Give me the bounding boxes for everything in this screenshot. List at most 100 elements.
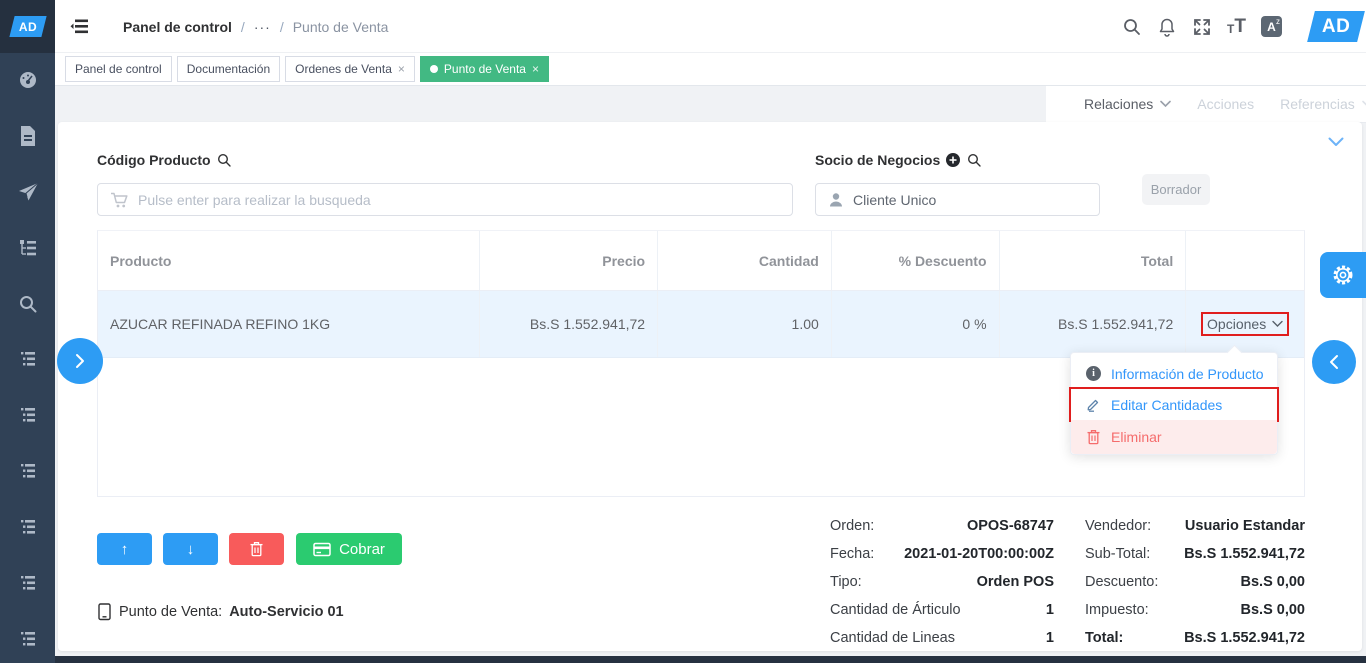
pencil-icon [1087, 399, 1099, 412]
col-header-precio: Precio [480, 231, 659, 290]
app-logo-large: AD [1307, 11, 1365, 42]
sidebar-item-send[interactable] [0, 172, 55, 212]
sidebar-item-search[interactable] [0, 284, 55, 324]
window-icon [20, 464, 35, 478]
tags-view-bar: Panel de control Documentación Ordenes d… [55, 53, 1366, 86]
summary-row-fecha: Fecha: 2021-01-20T00:00:00Z [830, 546, 1054, 562]
move-line-up-button[interactable]: ↑ [97, 533, 152, 565]
gear-icon [1333, 265, 1353, 285]
breadcrumb: Panel de control / ··· / Punto de Venta [123, 0, 388, 53]
chevron-down-icon [1361, 100, 1366, 106]
cell-descuento: 0 % [832, 291, 1000, 357]
col-header-producto: Producto [98, 231, 481, 290]
window-icon [20, 352, 35, 366]
settings-button[interactable] [1320, 252, 1366, 298]
fullscreen-icon[interactable] [1192, 17, 1212, 37]
product-search-input[interactable] [138, 191, 780, 208]
sidebar-item-window-6[interactable] [0, 619, 55, 659]
col-header-options [1186, 231, 1304, 290]
pos-terminal-value: Auto-Servicio 01 [229, 604, 344, 620]
col-header-cantidad: Cantidad [658, 231, 832, 290]
chevron-right-icon [76, 354, 84, 368]
tab-documentacion[interactable]: Documentación [176, 56, 281, 82]
sidebar-item-window-5[interactable] [0, 563, 55, 603]
summary-row-total: Total: Bs.S 1.552.941,72 [1085, 630, 1305, 646]
delete-line-button[interactable] [229, 533, 284, 565]
user-icon [830, 193, 842, 207]
ad-logo-icon: AD [8, 16, 47, 37]
app-logo-small[interactable]: AD [0, 0, 55, 53]
menu-item-informacion-producto[interactable]: i Información de Producto [1071, 358, 1277, 389]
window-icon [20, 520, 35, 534]
tab-ordenes-de-venta[interactable]: Ordenes de Venta × [285, 56, 415, 82]
options-dropdown-menu: i Información de Producto Editar Cantida… [1069, 344, 1279, 455]
table-row[interactable]: AZUCAR REFINADA REFINO 1KG Bs.S 1.552.94… [98, 291, 1304, 358]
trash-icon [1087, 430, 1100, 445]
chevron-down-icon [1272, 320, 1283, 327]
close-tab-icon[interactable]: × [532, 62, 539, 76]
trash-icon [250, 542, 263, 557]
zoom-search-icon[interactable] [216, 152, 232, 168]
notifications-bell-icon[interactable] [1157, 17, 1177, 37]
close-tab-icon[interactable]: × [398, 62, 405, 76]
expand-left-panel-button[interactable] [57, 338, 103, 384]
language-icon[interactable]: A z [1261, 16, 1282, 37]
menu-relaciones[interactable]: Relaciones [1084, 96, 1172, 112]
sidebar-item-window-4[interactable] [0, 507, 55, 547]
product-search-field[interactable] [97, 183, 793, 216]
paper-plane-icon [18, 182, 38, 201]
tab-punto-de-venta[interactable]: Punto de Venta × [419, 56, 549, 82]
tab-panel-de-control[interactable]: Panel de control [65, 56, 172, 82]
chevron-left-icon [1330, 355, 1338, 369]
sidebar-item-window-2[interactable] [0, 395, 55, 435]
menu-item-eliminar[interactable]: Eliminar [1071, 420, 1277, 454]
business-partner-field[interactable] [815, 183, 1100, 216]
summary-row-vendedor: Vendedor: Usuario Estandar [1085, 518, 1305, 534]
breadcrumb-ellipsis[interactable]: ··· [254, 19, 271, 35]
sidebar-item-window-1[interactable] [0, 339, 55, 379]
summary-row-subtotal: Sub-Total: Bs.S 1.552.941,72 [1085, 546, 1305, 562]
sidebar-item-window-3[interactable] [0, 451, 55, 491]
sidebar-item-menu-tree[interactable] [0, 228, 55, 268]
window-icon [20, 408, 35, 422]
arrow-up-icon: ↑ [120, 540, 129, 558]
window-icon [20, 632, 35, 646]
device-icon [98, 603, 111, 621]
menu-collapse-icon[interactable] [69, 16, 90, 42]
sidebar-item-documents[interactable] [0, 116, 55, 156]
tree-icon [19, 240, 36, 256]
font-size-large: T [1234, 16, 1246, 37]
font-size-icon[interactable]: TT [1227, 17, 1246, 36]
add-partner-icon[interactable] [945, 152, 961, 168]
collapse-right-panel-button[interactable] [1312, 340, 1356, 384]
table-header-row: Producto Precio Cantidad % Descuento Tot… [98, 231, 1304, 291]
cart-icon [111, 192, 128, 207]
sidebar-item-dashboard[interactable] [0, 60, 55, 100]
partner-search-icon[interactable] [966, 152, 982, 168]
menu-item-editar-cantidades[interactable]: Editar Cantidades [1069, 387, 1279, 422]
product-code-label: Código Producto [97, 152, 232, 168]
chevron-down-icon [1160, 100, 1172, 108]
document-status-button[interactable]: Borrador [1142, 174, 1210, 205]
breadcrumb-item-home[interactable]: Panel de control [123, 19, 232, 35]
business-partner-input[interactable] [853, 191, 1087, 208]
summary-row-tipo: Tipo: Orden POS [830, 574, 1054, 590]
bottom-panel-edge [55, 656, 1366, 663]
opciones-dropdown-button[interactable]: Opciones [1201, 312, 1290, 336]
breadcrumb-separator: / [240, 18, 245, 35]
summary-row-cantidad-articulo: Cantidad de Árticulo 1 [830, 602, 1054, 618]
move-line-down-button[interactable]: ↓ [163, 533, 218, 565]
active-dot [429, 65, 438, 73]
business-partner-label: Socio de Negocios [815, 152, 982, 168]
arrow-down-icon: ↓ [186, 540, 195, 558]
collapse-panel-icon[interactable] [1328, 134, 1344, 152]
top-header: Panel de control / ··· / Punto de Venta … [55, 0, 1366, 53]
dashboard-icon [19, 72, 36, 88]
window-icon [20, 576, 35, 590]
pos-terminal-label: Punto de Venta: [119, 604, 223, 620]
pos-terminal-info: Punto de Venta: Auto-Servicio 01 [97, 603, 344, 621]
menu-referencias: Referencias [1280, 96, 1366, 112]
cobrar-button[interactable]: Cobrar [296, 533, 402, 565]
header-search-icon[interactable] [1122, 17, 1142, 37]
search-icon [19, 296, 36, 313]
